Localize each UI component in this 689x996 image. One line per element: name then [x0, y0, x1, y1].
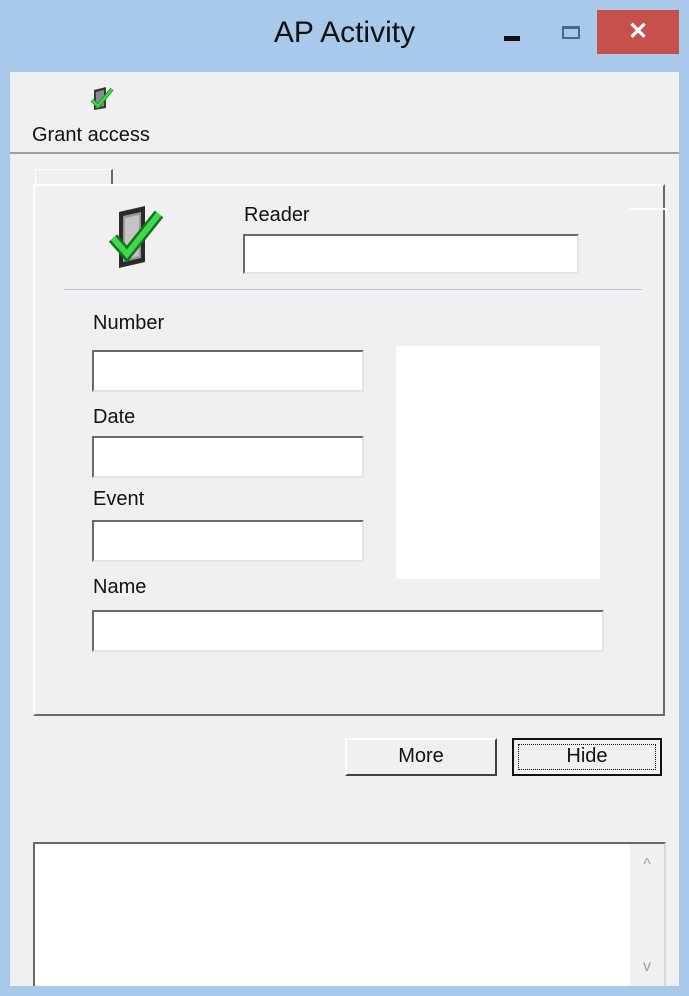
door-checkmark-icon	[108, 206, 164, 268]
app-window: AP Activity ✕ Grant access Reader Number…	[0, 0, 689, 996]
event-field[interactable]	[92, 520, 364, 562]
name-field[interactable]	[92, 610, 604, 652]
door-checkmark-icon	[90, 87, 114, 110]
photo-box	[396, 346, 600, 579]
maximize-button[interactable]	[548, 10, 594, 54]
reader-field[interactable]	[243, 234, 579, 274]
grant-access-label: Grant access	[32, 124, 150, 146]
scroll-down-icon[interactable]: v	[630, 952, 664, 982]
client-area: Grant access Reader Number Date Event Na…	[10, 72, 679, 986]
scroll-up-icon[interactable]: ^	[630, 850, 664, 880]
toolbar: Grant access	[10, 72, 679, 154]
divider	[64, 289, 642, 290]
number-label: Number	[93, 312, 165, 334]
more-button[interactable]: More	[345, 738, 497, 776]
close-button[interactable]: ✕	[597, 10, 679, 54]
panel-corner	[630, 208, 667, 214]
title-bar[interactable]: AP Activity ✕	[0, 0, 689, 72]
focus-rectangle	[518, 744, 656, 770]
event-label: Event	[93, 488, 145, 510]
activity-log[interactable]: ^ v	[33, 842, 666, 986]
log-scrollbar[interactable]: ^ v	[630, 844, 664, 986]
close-icon: ✕	[627, 18, 649, 45]
grant-access-button[interactable]: Grant access	[24, 80, 174, 150]
number-field[interactable]	[92, 350, 364, 392]
date-field[interactable]	[92, 436, 364, 478]
date-label: Date	[93, 406, 136, 428]
hide-button[interactable]: Hide	[512, 738, 662, 776]
reader-label: Reader	[244, 204, 310, 226]
minimize-button[interactable]	[490, 10, 536, 54]
name-label: Name	[93, 576, 147, 598]
